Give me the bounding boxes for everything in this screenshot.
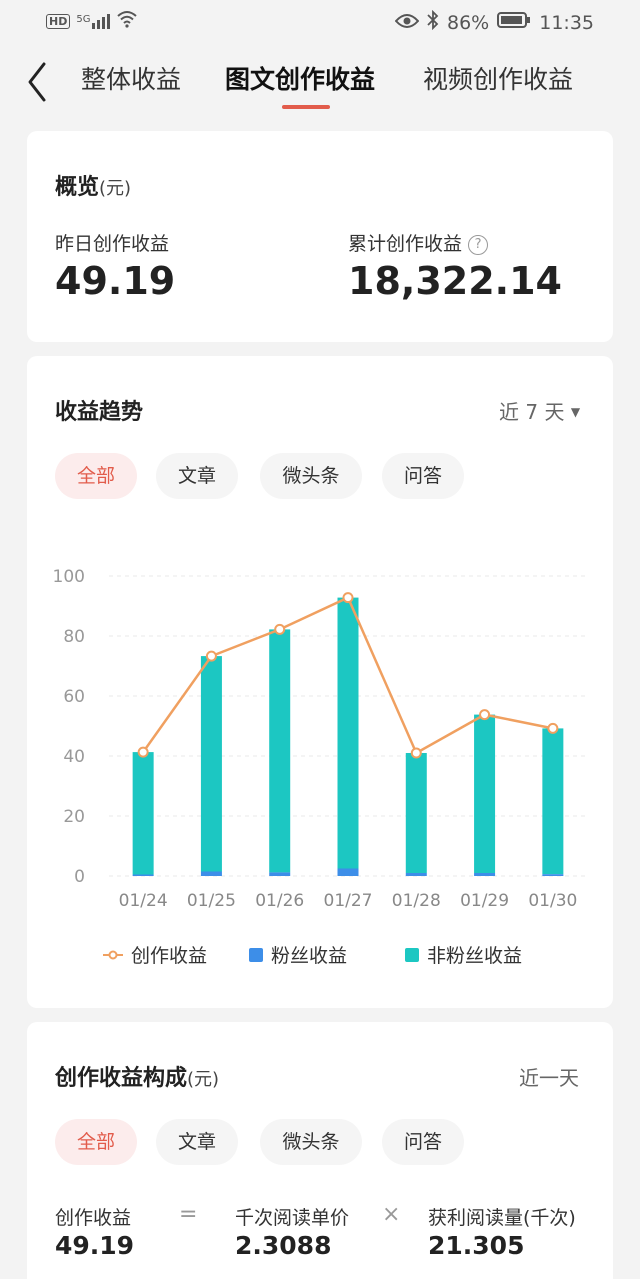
network-type: 5G [76,14,91,25]
composition-chip-article[interactable]: 文章 [156,1119,238,1165]
x-tick-label: 01/24 [119,891,168,911]
chart-legend: 创作收益 粉丝收益 非粉丝收益 [27,941,613,971]
y-tick-label: 100 [53,567,85,587]
line-point [137,746,149,758]
composition-title-text: 创作收益构成 [55,1066,188,1091]
help-icon[interactable]: ? [468,235,489,255]
overview-card: 概览(元) 昨日创作收益 49.19 累计创作收益? 18,322.14 [27,131,613,342]
wifi-icon [116,10,138,33]
y-tick-label: 0 [74,867,85,887]
x-tick-label: 01/27 [324,891,373,911]
total-label: 累计创作收益 [348,233,463,255]
top-nav: 整体收益 图文创作收益 视频创作收益 [0,52,640,112]
bar-nonfan [200,656,222,872]
line-point [410,747,422,759]
legend-fan-label: 粉丝收益 [271,945,348,967]
legend-nonfan-swatch [405,947,419,962]
composition-period[interactable]: 近一天 [519,1062,579,1091]
bar-fan [405,873,427,876]
legend-line-icon [103,950,123,959]
legend-nonfan-label: 非粉丝收益 [427,945,523,967]
tab-video-income[interactable]: 视频创作收益 [423,60,573,96]
x-tick-label: 01/25 [187,891,236,911]
composition-unit: (元) [187,1069,220,1090]
total-value: 18,322.14 [348,259,562,303]
clock: 11:35 [539,11,594,34]
bar-nonfan [474,714,496,873]
x-tick-label: 01/30 [528,891,577,911]
equals-sign: = [179,1202,198,1227]
composition-title: 创作收益构成(元) [55,1060,219,1092]
composition-card: 创作收益构成(元) 近一天 全部 文章 微头条 问答 创作收益 49.19 = … [27,1022,613,1279]
status-bar: HD 5G 86% 11:35 [0,0,640,44]
legend-line: 创作收益 [103,941,207,968]
yesterday-label: 昨日创作收益 [55,233,170,255]
back-button[interactable] [22,60,58,104]
formula-reads-value: 21.305 [428,1231,525,1260]
bar-fan [132,874,154,876]
formula-income-label: 创作收益 [55,1207,132,1229]
tab-overall-income[interactable]: 整体收益 [81,60,181,96]
y-tick-label: 80 [63,627,85,647]
formula-reads-label: 获利阅读量(千次) [428,1207,576,1229]
x-tick-label: 01/29 [460,891,509,911]
y-tick-label: 40 [63,747,85,767]
bar-nonfan [132,752,154,875]
bar-nonfan [405,753,427,873]
line-point [342,592,354,604]
battery-icon [497,11,531,34]
formula-rpm-value: 2.3088 [235,1231,332,1260]
bar-fan [200,871,222,876]
overview-title: 概览(元) [55,169,131,201]
formula-rpm-label: 千次阅读单价 [235,1207,350,1229]
composition-chip-microheadline[interactable]: 微头条 [260,1119,362,1165]
overview-unit: (元) [99,178,132,199]
signal-icon: 5G [76,14,111,29]
overview-title-text: 概览 [55,175,100,200]
line-point [547,722,559,734]
bar-fan [269,872,291,876]
composition-chip-all[interactable]: 全部 [55,1119,137,1165]
bar-fan [474,873,496,876]
legend-fan: 粉丝收益 [249,941,347,968]
legend-nonfan: 非粉丝收益 [405,941,522,968]
x-tick-label: 01/28 [392,891,441,911]
battery-percent: 86% [447,11,490,34]
tab-article-income[interactable]: 图文创作收益 [225,60,375,96]
times-sign: × [382,1202,401,1227]
y-tick-label: 60 [63,687,85,707]
hd-badge: HD [46,14,71,29]
bar-nonfan [542,728,564,875]
trend-card: 收益趋势 近 7 天 ▼ 全部 文章 微头条 问答 0 20 40 60 80 100 01… [27,356,613,1008]
legend-line-label: 创作收益 [131,945,208,967]
yesterday-value: 49.19 [55,259,176,303]
bar-nonfan [269,629,291,873]
line-point [479,709,491,721]
formula-income-value: 49.19 [55,1231,135,1260]
line-point [274,623,286,635]
bluetooth-icon [427,9,439,35]
income-trend-chart: 0 20 40 60 80 100 01/24 01/25 01/26 01/27 01/28 01/… [53,567,587,911]
bar-nonfan [337,597,359,869]
y-tick-label: 20 [63,807,85,827]
line-point [205,650,217,662]
composition-chip-qa[interactable]: 问答 [382,1119,464,1165]
bar-fan [542,874,564,876]
x-tick-label: 01/26 [255,891,304,911]
total-label-row: 累计创作收益? [348,229,489,256]
eye-icon [394,12,420,34]
bar-fan [337,868,359,876]
active-tab-indicator [282,105,330,109]
legend-fan-swatch [249,947,263,962]
back-arrow-icon [28,62,46,102]
